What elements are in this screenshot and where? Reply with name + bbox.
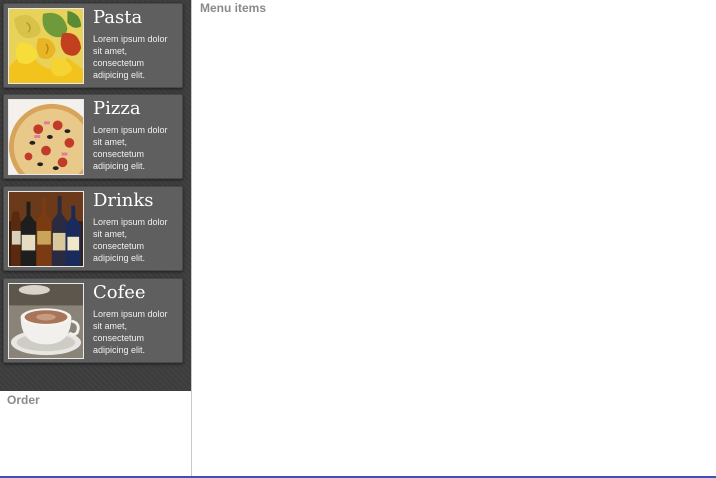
category-title: Drinks xyxy=(93,190,154,211)
menu-items-heading: Menu items xyxy=(200,1,267,15)
category-title: Pasta xyxy=(93,7,143,28)
menu-items-panel xyxy=(192,0,716,476)
category-description: Lorem ipsum dolor sit amet, consectetum … xyxy=(93,309,168,355)
category-description: Lorem ipsum dolor sit amet, consectetum … xyxy=(93,34,168,80)
pizza-photo-icon xyxy=(8,99,84,175)
order-heading: Order xyxy=(7,393,40,407)
category-card-pizza[interactable]: Pizza Lorem ipsum dolor sit amet, consec… xyxy=(3,94,183,179)
category-title: Pizza xyxy=(93,98,141,119)
bottles-photo-icon xyxy=(8,191,84,267)
pasta-photo-icon xyxy=(8,8,84,84)
category-title: Cofee xyxy=(93,282,146,303)
coffee-cup-photo-icon xyxy=(8,283,84,359)
category-card-drinks[interactable]: Drinks Lorem ipsum dolor sit amet, conse… xyxy=(3,186,183,271)
category-sidebar: Pasta Lorem ipsum dolor sit amet, consec… xyxy=(0,0,191,391)
restaurant-app: Pasta Lorem ipsum dolor sit amet, consec… xyxy=(0,0,716,478)
category-description: Lorem ipsum dolor sit amet, consectetum … xyxy=(93,217,168,263)
category-description: Lorem ipsum dolor sit amet, consectetum … xyxy=(93,125,168,171)
category-card-coffee[interactable]: Cofee Lorem ipsum dolor sit amet, consec… xyxy=(3,278,183,363)
category-card-pasta[interactable]: Pasta Lorem ipsum dolor sit amet, consec… xyxy=(3,3,183,88)
